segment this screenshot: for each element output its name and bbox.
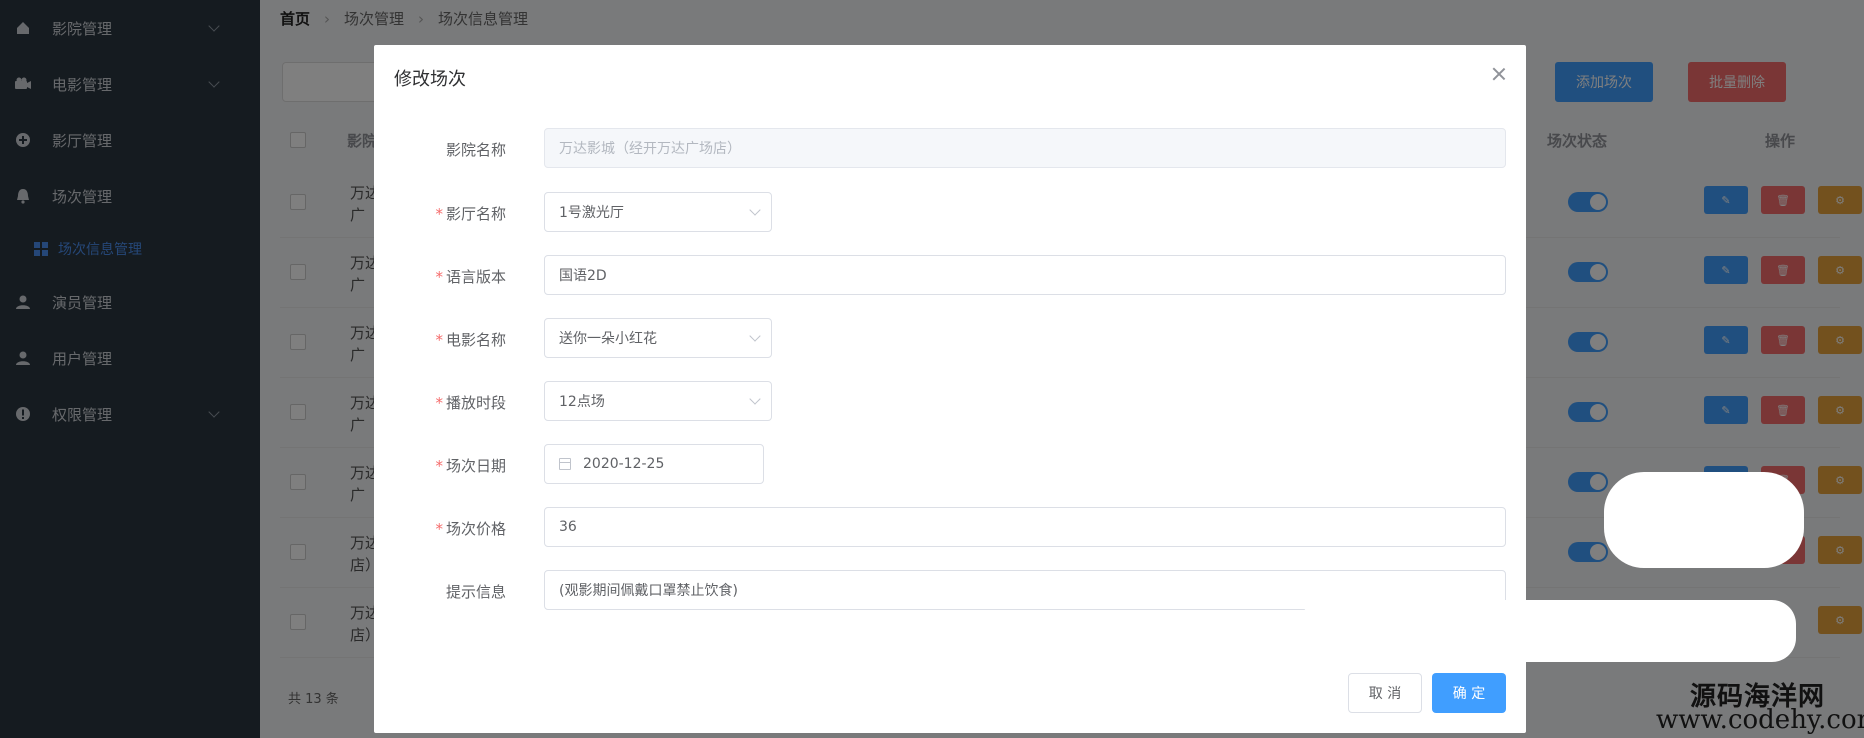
form-item-time-slot: * 播放时段 12点场 <box>374 381 1526 421</box>
calendar-icon <box>559 458 571 470</box>
chevron-down-icon <box>749 204 761 216</box>
hall-select[interactable]: 1号激光厅 <box>544 192 772 232</box>
movie-select[interactable]: 送你一朵小红花 <box>544 318 772 358</box>
form-item-cinema: 影院名称 万达影城（经开万达广场店） <box>374 128 1526 168</box>
cancel-button[interactable]: 取 消 <box>1348 673 1422 713</box>
form-item-language: * 语言版本 国语2D <box>374 255 1526 295</box>
field-label: * 影厅名称 <box>435 205 506 223</box>
close-icon[interactable] <box>1492 67 1506 81</box>
dialog-title: 修改场次 <box>394 69 466 90</box>
chevron-down-icon <box>749 393 761 405</box>
watermark-url: www.codehy.com <box>1656 705 1864 735</box>
field-label: * 场次价格 <box>435 520 506 538</box>
date-picker[interactable]: 2020-12-25 <box>544 444 764 484</box>
chevron-down-icon <box>749 330 761 342</box>
field-label: * 电影名称 <box>435 331 506 349</box>
language-input[interactable]: 国语2D <box>544 255 1506 295</box>
form-item-hall: * 影厅名称 1号激光厅 <box>374 192 1526 232</box>
form-item-price: * 场次价格 36 <box>374 507 1526 547</box>
field-label: * 播放时段 <box>435 394 506 412</box>
field-label: * 语言版本 <box>435 268 506 286</box>
confirm-button[interactable]: 确 定 <box>1432 673 1506 713</box>
price-input[interactable]: 36 <box>544 507 1506 547</box>
form-item-date: * 场次日期 2020-12-25 <box>374 444 1526 484</box>
field-label: 影院名称 <box>445 141 506 159</box>
field-label: 提示信息 <box>445 583 506 601</box>
time-slot-select[interactable]: 12点场 <box>544 381 772 421</box>
redaction-mark <box>1300 600 1796 662</box>
field-label: * 场次日期 <box>435 457 506 475</box>
cinema-name-input: 万达影城（经开万达广场店） <box>544 128 1506 168</box>
form-item-movie: * 电影名称 送你一朵小红花 <box>374 318 1526 358</box>
redaction-mark <box>1604 472 1804 568</box>
